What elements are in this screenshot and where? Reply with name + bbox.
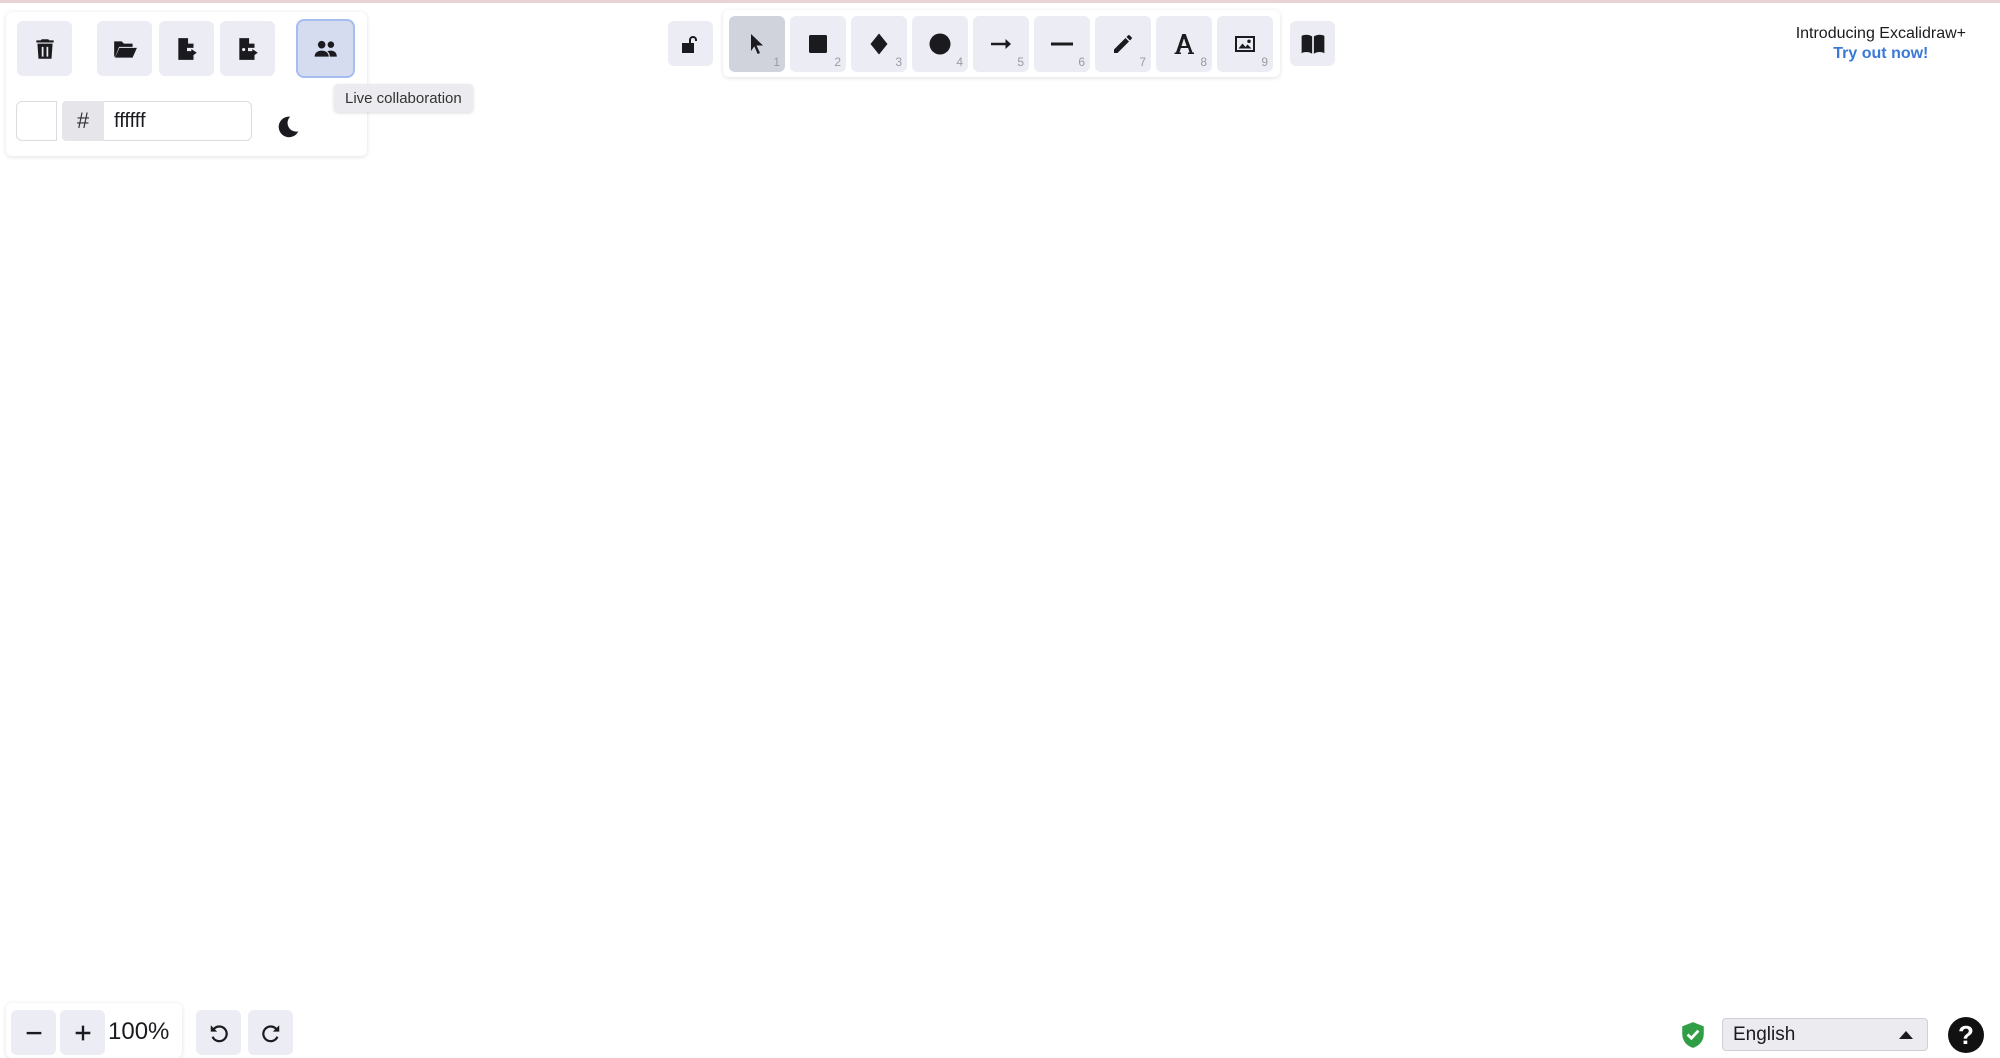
shield-check-icon — [1682, 1022, 1704, 1048]
tool-shortcut-key: 7 — [1139, 55, 1146, 69]
tool-shortcut-key: 1 — [773, 55, 780, 69]
tooltip: Live collaboration — [334, 84, 473, 112]
library-button[interactable] — [1290, 21, 1335, 66]
background-color-hex-input[interactable] — [104, 101, 252, 141]
line-icon — [1051, 42, 1073, 46]
book-icon — [1301, 34, 1324, 54]
excalidraw-plus-promo: Introducing Excalidraw+ Try out now! — [1796, 24, 1966, 64]
tool-text[interactable]: 8 — [1156, 16, 1212, 72]
tool-shortcut-key: 9 — [1261, 55, 1268, 69]
promo-title: Introducing Excalidraw+ — [1795, 25, 1966, 42]
background-color-swatch[interactable] — [16, 101, 57, 141]
file-export-icon — [177, 37, 197, 60]
pencil-icon — [1114, 35, 1132, 53]
folder-open-icon — [113, 40, 137, 58]
lock-tool-button[interactable] — [668, 21, 713, 66]
image-export-icon — [238, 37, 258, 60]
minus-icon — [26, 1031, 41, 1034]
tool-arrow[interactable]: 5 — [973, 16, 1029, 72]
users-icon — [314, 40, 337, 57]
unlock-icon — [681, 35, 697, 53]
diamond-icon — [870, 33, 888, 55]
redo-button[interactable] — [248, 1010, 293, 1055]
caret-up-icon — [1899, 1031, 1913, 1039]
square-icon — [809, 35, 827, 53]
tool-line[interactable]: 6 — [1034, 16, 1090, 72]
tool-selection[interactable]: 1 — [729, 16, 785, 72]
tool-rectangle[interactable]: 2 — [790, 16, 846, 72]
save-button[interactable] — [159, 21, 214, 76]
zoom-level[interactable]: 100% — [108, 1018, 169, 1046]
undo-icon — [210, 1024, 228, 1042]
image-icon — [1235, 36, 1255, 52]
pointer-icon — [751, 34, 763, 54]
undo-button[interactable] — [196, 1010, 241, 1055]
zoom-out-button[interactable] — [11, 1010, 56, 1055]
trash-icon — [35, 38, 54, 59]
open-button[interactable] — [97, 21, 152, 76]
live-collaboration-button[interactable] — [298, 21, 353, 76]
circle-icon — [929, 33, 951, 55]
tool-shortcut-key: 2 — [834, 55, 841, 69]
tool-shortcut-key: 8 — [1200, 55, 1207, 69]
tool-draw[interactable]: 7 — [1095, 16, 1151, 72]
tool-shortcut-key: 4 — [956, 55, 963, 69]
clear-canvas-button[interactable] — [17, 21, 72, 76]
help-button[interactable]: ? — [1948, 1017, 1984, 1053]
tool-image[interactable]: 9 — [1217, 16, 1273, 72]
tool-shortcut-key: 3 — [895, 55, 902, 69]
promo-link[interactable]: Try out now! — [1796, 44, 1966, 64]
redo-icon — [261, 1024, 279, 1042]
plus-icon — [75, 1025, 90, 1040]
hex-prefix: # — [62, 101, 104, 141]
text-icon — [1174, 34, 1194, 54]
language-selected-value: English — [1733, 1023, 1796, 1045]
window-top-border — [0, 0, 2000, 3]
shapes-toolbar: 1 2 3 4 5 6 7 8 9 — [723, 10, 1280, 77]
moon-icon — [278, 116, 299, 138]
arrow-icon — [991, 39, 1011, 49]
canvas-actions-panel: # — [6, 12, 367, 156]
dark-mode-toggle[interactable] — [268, 107, 308, 147]
canvas-background-picker: # — [16, 101, 252, 141]
tool-ellipse[interactable]: 4 — [912, 16, 968, 72]
tool-shortcut-key: 5 — [1017, 55, 1024, 69]
tool-shortcut-key: 6 — [1078, 55, 1085, 69]
zoom-in-button[interactable] — [60, 1010, 105, 1055]
language-select[interactable]: English — [1722, 1018, 1928, 1051]
tool-diamond[interactable]: 3 — [851, 16, 907, 72]
export-image-button[interactable] — [220, 21, 275, 76]
